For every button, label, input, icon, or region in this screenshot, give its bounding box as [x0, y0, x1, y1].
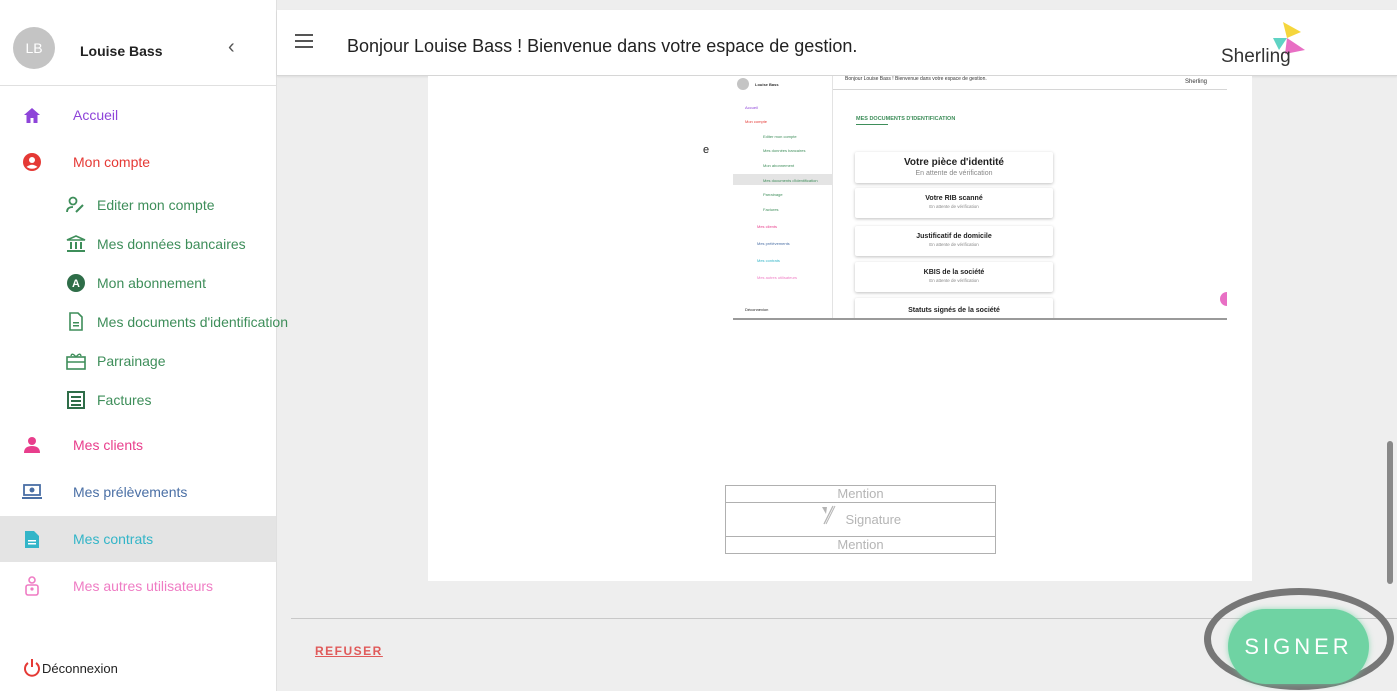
embedded-logo-text: Sherling: [1185, 79, 1208, 85]
menu-icon[interactable]: [295, 34, 313, 48]
account-circle-icon: [22, 152, 42, 172]
embedded-doc-card: Votre RIB scanné En attente de vérificat…: [855, 188, 1053, 218]
sidebar: LB Louise Bass ‹ Accueil Mon compte Edit…: [0, 0, 288, 691]
embedded-doc-card: Justificatif de domicile En attente de v…: [855, 226, 1053, 256]
sidebar-subitem-label: Parrainage: [97, 352, 166, 369]
embedded-greeting: Bonjour Louise Bass ! Bienvenue dans vot…: [845, 76, 987, 82]
sherling-logo[interactable]: Sherling: [1221, 20, 1321, 70]
sidebar-subitem-label: Mes données bancaires: [97, 235, 246, 252]
embedded-nav-item: Accueil: [745, 105, 758, 110]
embedded-sidebar: Louise Bass Accueil Mon compte Editer mo…: [733, 76, 833, 318]
sidebar-subitem-label: Editer mon compte: [97, 196, 215, 213]
embedded-fab: [1220, 292, 1227, 306]
embedded-doc-card: KBIS de la société En attente de vérific…: [855, 262, 1053, 292]
signature-field[interactable]: Signature: [725, 502, 996, 537]
user-edit-icon: [66, 195, 86, 215]
sidebar-user-name: Louise Bass: [80, 43, 163, 59]
subscription-icon: A: [66, 273, 86, 293]
embedded-card-title: Votre RIB scanné: [925, 195, 983, 202]
embedded-card-status: En attente de vérification: [929, 242, 979, 247]
sidebar-subitem-mes-documents[interactable]: Mes documents d'identification: [0, 302, 288, 341]
page-greeting: Bonjour Louise Bass ! Bienvenue dans vot…: [347, 36, 858, 56]
clients-icon: [22, 435, 42, 455]
sidebar-item-accueil[interactable]: Accueil: [0, 92, 276, 138]
embedded-title-underline: [856, 124, 888, 125]
file-icon: [66, 312, 86, 332]
embedded-nav-item: Factures: [763, 207, 779, 212]
embedded-nav-item: Mes données bancaires: [763, 148, 806, 153]
embedded-section-title: MES DOCUMENTS D'IDENTIFICATION: [856, 116, 956, 122]
sidebar-item-label: Mes autres utilisateurs: [73, 578, 214, 594]
embedded-user-name: Louise Bass: [755, 82, 779, 87]
svg-text:A: A: [72, 278, 80, 290]
sidebar-item-mon-compte[interactable]: Mon compte: [0, 139, 276, 185]
gift-icon: [66, 351, 86, 371]
embedded-card-title: Justificatif de domicile: [916, 233, 992, 240]
payment-icon: [22, 482, 42, 502]
avatar[interactable]: LB: [13, 27, 55, 69]
bank-icon: [66, 234, 86, 254]
embedded-doc-card: Statuts signés de la société: [855, 298, 1053, 318]
embedded-doc-card: Votre pièce d'identité En attente de vér…: [855, 152, 1053, 183]
sidebar-item-label: Mon compte: [73, 154, 151, 170]
signature-pen-icon: [820, 504, 836, 537]
embedded-card-status: En attente de vérification: [929, 204, 979, 209]
embedded-nav-item: Mon compte: [745, 119, 768, 124]
embedded-top-bar: Bonjour Louise Bass ! Bienvenue dans vot…: [833, 76, 1227, 90]
embedded-nav-item: Mes prélèvements: [757, 241, 790, 246]
sidebar-item-label: Mes prélèvements: [73, 484, 188, 500]
chevron-left-icon[interactable]: ‹: [228, 36, 235, 59]
sidebar-subitem-label: Mes documents d'identification: [97, 313, 288, 330]
embedded-card-title: Statuts signés de la société: [908, 307, 1000, 314]
user-badge-icon: [22, 576, 42, 596]
mention-field-top[interactable]: Mention: [725, 485, 996, 503]
home-icon: [22, 105, 42, 125]
sidebar-subitem-mon-abonnement[interactable]: A Mon abonnement: [0, 263, 276, 302]
embedded-card-title: Votre pièce d'identité: [904, 157, 1004, 168]
sidebar-subitem-parrainage[interactable]: Parrainage: [0, 341, 276, 380]
sidebar-item-mes-contrats[interactable]: Mes contrats: [0, 516, 276, 562]
sidebar-subitem-label: Factures: [97, 391, 152, 408]
embedded-avatar: [737, 78, 749, 90]
embedded-nav-item: Mes clients: [757, 224, 778, 229]
refuse-button[interactable]: REFUSER: [315, 644, 383, 658]
sidebar-item-label: Mes clients: [73, 437, 144, 453]
sidebar-subitem-editer-mon-compte[interactable]: Editer mon compte: [0, 185, 276, 224]
signature-label: Signature: [845, 512, 902, 527]
sidebar-item-mes-prelevements[interactable]: Mes prélèvements: [0, 469, 276, 515]
logo-text: Sherling: [1221, 46, 1291, 67]
embedded-card-status: En attente de vérification: [929, 278, 979, 283]
scrollbar-thumb[interactable]: [1387, 441, 1393, 584]
sidebar-subitem-factures[interactable]: Factures: [0, 380, 276, 419]
power-icon: [22, 658, 42, 678]
sidebar-item-deconnexion[interactable]: Déconnexion: [0, 646, 276, 690]
sidebar-header: LB Louise Bass ‹: [0, 10, 276, 86]
embedded-card-status: En attente de vérification: [915, 170, 993, 177]
embedded-nav-item: Mes documents d'identification: [763, 178, 818, 183]
sidebar-subitem-mes-donnees-bancaires[interactable]: Mes données bancaires: [0, 224, 276, 263]
sidebar-item-label: Déconnexion: [42, 660, 118, 676]
embedded-card-title: KBIS de la société: [923, 269, 985, 276]
document-icon: [22, 529, 42, 549]
embedded-nav-item: Mon abonnement: [763, 163, 795, 168]
sidebar-item-label: Accueil: [73, 107, 119, 123]
embedded-nav-item: Mes autres utilisateurs: [757, 275, 798, 280]
mention-field-bottom[interactable]: Mention: [725, 536, 996, 554]
embedded-nav-item: Déconnexion: [745, 307, 769, 312]
embedded-nav-item: Mes contrats: [757, 258, 780, 263]
embedded-screenshot: Louise Bass Accueil Mon compte Editer mo…: [733, 76, 1227, 320]
top-bar: Bonjour Louise Bass ! Bienvenue dans vot…: [277, 10, 1397, 76]
sidebar-item-label: Mes contrats: [73, 531, 154, 547]
sign-button[interactable]: SIGNER: [1228, 609, 1369, 684]
document-text-fragment: e: [703, 144, 710, 156]
sidebar-item-mes-autres-utilisateurs[interactable]: Mes autres utilisateurs: [0, 563, 276, 609]
invoice-icon: [66, 390, 86, 410]
sidebar-item-mes-clients[interactable]: Mes clients: [0, 422, 276, 468]
embedded-nav-item: Parrainage: [763, 192, 783, 197]
embedded-nav-item: Editer mon compte: [763, 134, 797, 139]
sidebar-subitem-label: Mon abonnement: [97, 274, 206, 291]
